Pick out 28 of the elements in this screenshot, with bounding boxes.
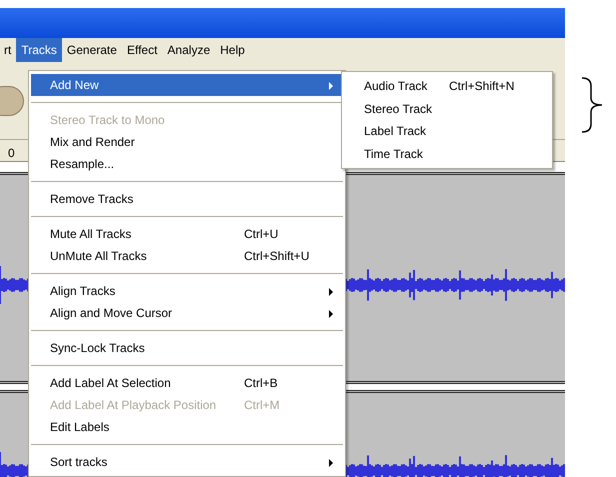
menu-item[interactable]: Sort tracks (31, 451, 343, 473)
menu-item[interactable]: Tracks (16, 38, 62, 62)
menu-item[interactable]: Align Tracks (31, 280, 343, 302)
menu-item[interactable]: Stereo Track (344, 98, 550, 120)
submenu-arrow-icon (329, 288, 333, 296)
submenu-arrow-icon (329, 82, 333, 90)
menu-item[interactable]: Label Track (344, 120, 550, 142)
submenu-arrow-icon (329, 310, 333, 318)
menu-item[interactable]: Effect (122, 38, 162, 62)
menu-item[interactable]: Edit Labels (31, 416, 343, 438)
menu-item[interactable]: Mix and Render (31, 131, 343, 153)
ruler-label: 0 (8, 147, 15, 159)
menu-item[interactable]: Audio Track Ctrl+Shift+N (344, 75, 550, 98)
brace-drawing (580, 76, 604, 134)
menu-item[interactable]: Add Label At Selection Ctrl+B (31, 372, 343, 394)
menu-item[interactable]: Sync-Lock Tracks (31, 337, 343, 359)
menu-item[interactable]: UnMute All Tracks Ctrl+Shift+U (31, 245, 343, 267)
menu-item[interactable]: Align and Move Cursor (31, 302, 343, 324)
submenu-arrow-icon (329, 459, 333, 467)
menu-item[interactable]: Mute All Tracks Ctrl+U (31, 223, 343, 245)
menu-item[interactable]: Resample... (31, 153, 343, 175)
menu-item[interactable]: Generate (62, 38, 122, 62)
menu-item[interactable]: Time Track (344, 142, 550, 165)
menu-item[interactable]: Help (215, 38, 250, 62)
menu-item[interactable]: Analyze (162, 38, 216, 62)
menu-item[interactable]: rt (0, 38, 16, 62)
menu-item[interactable]: Remove Tracks (31, 188, 343, 210)
menu-item[interactable]: Add New (31, 74, 343, 96)
